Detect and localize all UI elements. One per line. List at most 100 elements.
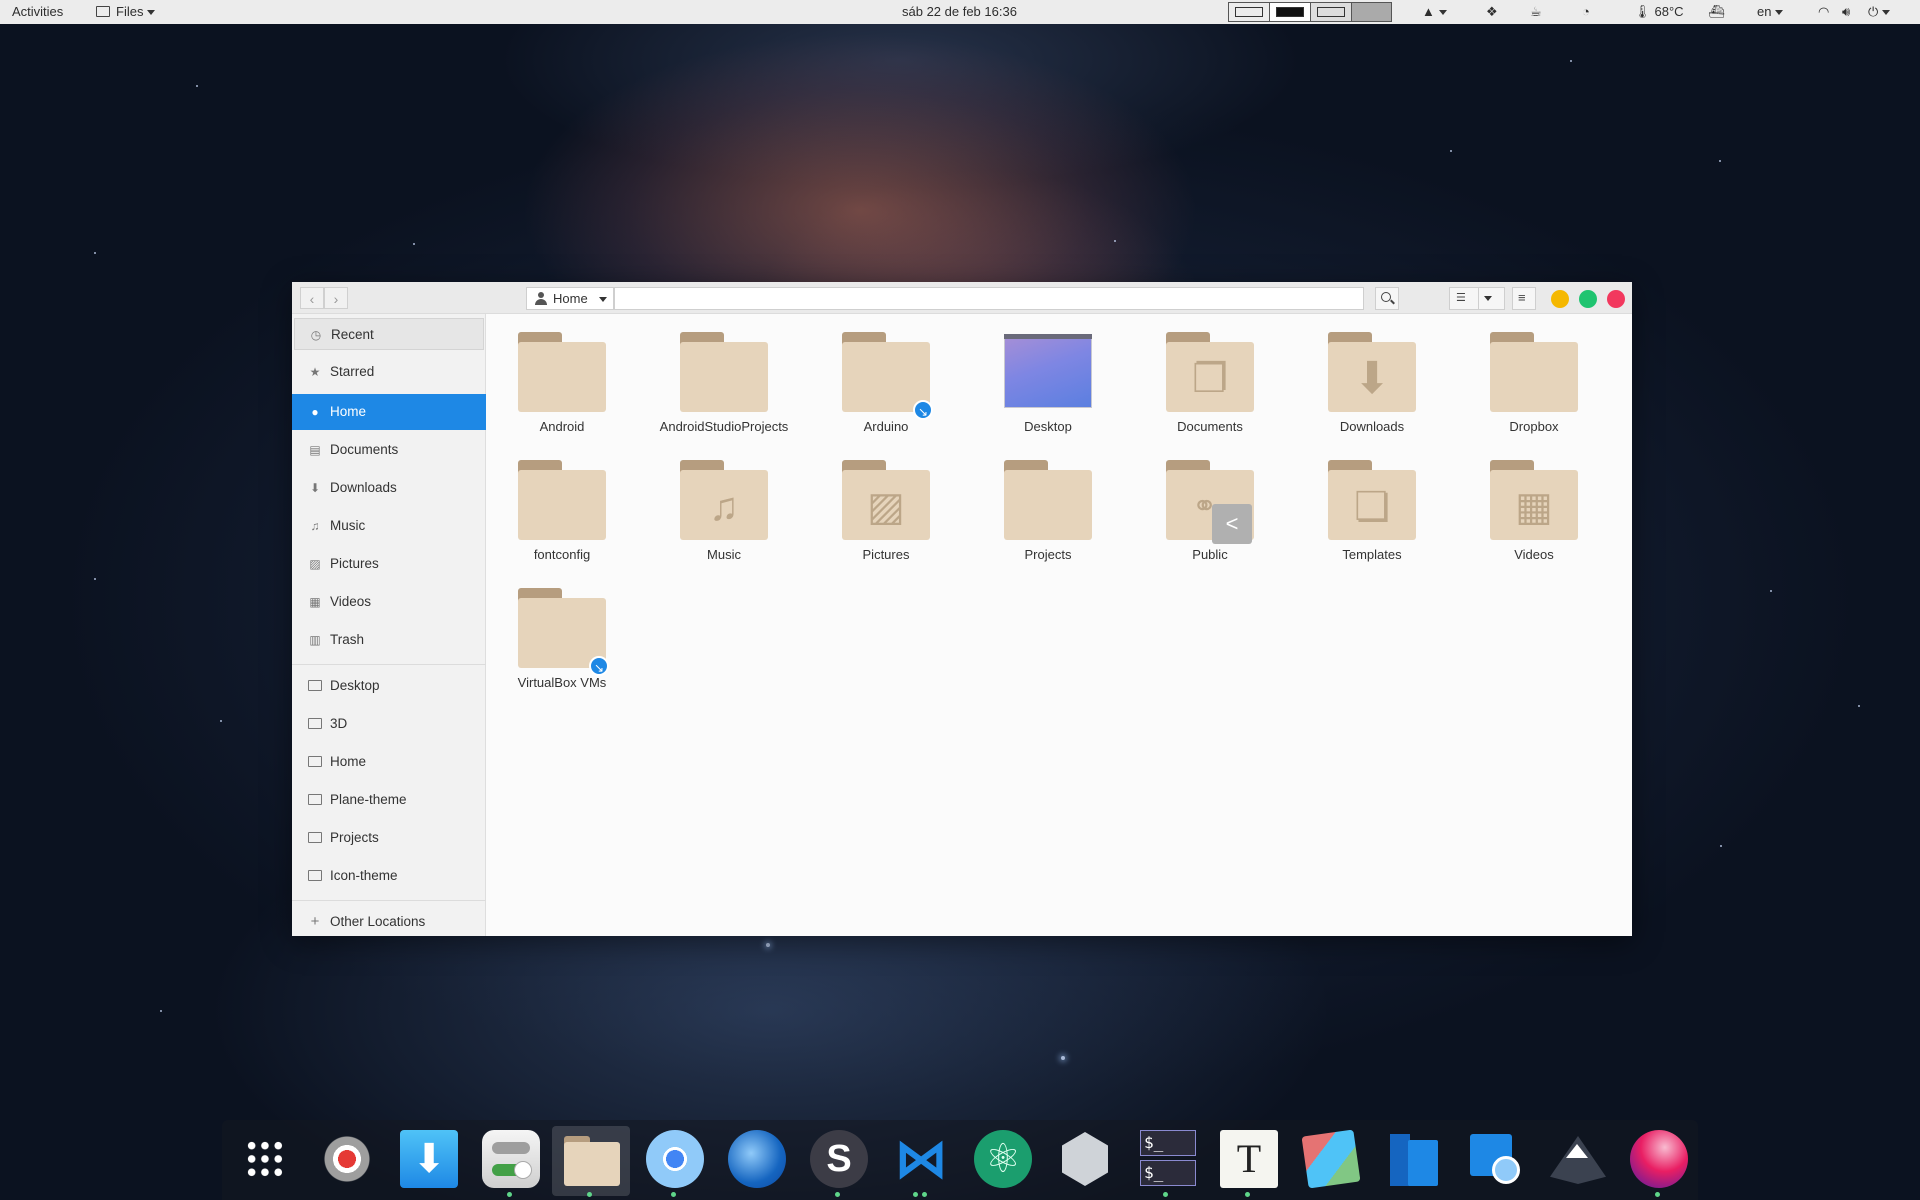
downloader-icon[interactable]: ⬇	[390, 1126, 464, 1196]
sidebar-bookmark-3d[interactable]: 3D	[294, 708, 484, 740]
sidebar-item-documents[interactable]: ▤ Documents	[294, 434, 484, 466]
folder-icon	[308, 831, 322, 845]
workspace-switcher[interactable]	[1228, 0, 1392, 24]
app-grid-icon[interactable]	[226, 1126, 300, 1196]
file-item-fontconfig[interactable]: fontconfig	[487, 442, 637, 562]
activities-button[interactable]: Activities	[12, 0, 63, 24]
wifi-icon[interactable]: ◠	[1818, 0, 1829, 24]
gtk-icon[interactable]	[1292, 1126, 1366, 1196]
sidebar-bookmark-plane-theme[interactable]: Plane-theme	[294, 784, 484, 816]
software-icon[interactable]	[1374, 1126, 1448, 1196]
file-item-downloads[interactable]: ⬇ Downloads	[1297, 314, 1447, 434]
sidebar-item-downloads[interactable]: ⬇ Downloads	[294, 472, 484, 504]
keyboard-layout[interactable]: en	[1757, 0, 1784, 24]
sidebar: ◷ Recent ★ Starred ● Home ▤ Documents ⬇ Downl…	[292, 314, 486, 936]
inkscape-icon[interactable]	[1538, 1126, 1612, 1196]
file-item-androidstudioprojects[interactable]: AndroidStudioProjects	[649, 314, 799, 434]
file-item-music[interactable]: ♫ Music	[649, 442, 799, 562]
settings-icon[interactable]	[308, 1126, 382, 1196]
simplenote-icon[interactable]: S	[800, 1126, 874, 1197]
sidebar-item-home[interactable]: ● Home	[292, 394, 486, 430]
workspace-2[interactable]	[1269, 2, 1311, 22]
file-item-videos[interactable]: ▦ Videos	[1459, 442, 1609, 562]
folder-pictures-icon: ▨	[842, 460, 930, 540]
virtual-machine-icon[interactable]	[1456, 1126, 1530, 1196]
path-bar-label: Home	[553, 291, 588, 306]
power-icon[interactable]: ⏻	[1868, 0, 1891, 24]
file-item-arduino[interactable]: ↘ Arduino	[811, 314, 961, 434]
file-item-label: Arduino	[863, 419, 909, 434]
file-item-documents[interactable]: ❐ Documents	[1135, 314, 1285, 434]
system-monitor-icon[interactable]: ◔	[1582, 0, 1590, 24]
path-bar-home[interactable]: Home	[526, 287, 614, 310]
file-item-virtualbox-vms[interactable]: ↘ VirtualBox VMs	[487, 570, 637, 690]
sidebar-item-videos[interactable]: ▦ Videos	[294, 586, 484, 618]
eject-icon[interactable]: ▲	[1422, 0, 1447, 24]
file-item-templates[interactable]: ❏ Templates	[1297, 442, 1447, 562]
folder-templates-icon: ❏	[1328, 460, 1416, 540]
sidebar-item-label: Projects	[330, 830, 379, 845]
sidebar-item-trash[interactable]: ▥ Trash	[294, 624, 484, 656]
files-icon[interactable]	[552, 1126, 630, 1197]
sidebar-item-pictures[interactable]: ▨ Pictures	[294, 548, 484, 580]
docker-icon[interactable]: ⛴	[1708, 0, 1725, 24]
picture-icon: ▨	[309, 557, 321, 571]
location-field[interactable]	[614, 287, 1364, 310]
caffeine-icon[interactable]: ☕	[1530, 0, 1542, 24]
thermometer-icon[interactable]: 🌡︎ 68°C	[1634, 0, 1684, 24]
workspace-3[interactable]	[1310, 2, 1352, 22]
sidebar-item-label: Documents	[330, 442, 399, 457]
app-menu[interactable]: Files	[96, 0, 156, 24]
close-button[interactable]	[1607, 290, 1625, 308]
sidebar-item-recent[interactable]: ◷ Recent	[294, 318, 484, 350]
sidebar-item-label: Pictures	[330, 556, 379, 571]
file-item-label: Templates	[1342, 547, 1402, 562]
folder-public-icon: ⚭ <	[1166, 460, 1254, 544]
workspace-4[interactable]	[1351, 2, 1392, 22]
sidebar-item-starred[interactable]: ★ Starred	[294, 356, 484, 388]
sidebar-bookmark-projects[interactable]: Projects	[294, 822, 484, 854]
folder-icon	[518, 460, 606, 540]
back-button[interactable]: ‹	[300, 287, 324, 309]
terminal-icon[interactable]: $_ $_	[1128, 1126, 1202, 1197]
plus-icon: +	[310, 913, 320, 930]
forward-button[interactable]: ›	[324, 287, 348, 309]
volume-icon[interactable]: 🔊︎	[1842, 0, 1850, 24]
sidebar-bookmark-home[interactable]: Home	[294, 746, 484, 778]
firefox-icon[interactable]	[718, 1126, 792, 1196]
workspace-1[interactable]	[1228, 2, 1270, 22]
file-item-public[interactable]: ⚭ < Public	[1135, 442, 1285, 562]
folder-videos-icon: ▦	[1490, 460, 1578, 540]
home-icon: ●	[311, 405, 319, 419]
file-item-projects[interactable]: Projects	[973, 442, 1123, 562]
typora-icon[interactable]: T	[1210, 1126, 1284, 1197]
view-options-button[interactable]: ☰	[1449, 287, 1505, 310]
clock[interactable]: sáb 22 de feb 16:36	[902, 0, 1017, 24]
dropbox-icon[interactable]: ❖	[1486, 0, 1498, 24]
sidebar-bookmark-icon-theme[interactable]: Icon-theme	[294, 860, 484, 892]
search-button[interactable]	[1375, 287, 1399, 310]
tweaks-icon[interactable]	[472, 1126, 546, 1197]
keyboard-layout-label: en	[1757, 4, 1772, 19]
user-icon	[535, 292, 547, 305]
browser-icon[interactable]	[1620, 1126, 1694, 1197]
chromium-icon[interactable]	[636, 1126, 710, 1197]
sidebar-item-music[interactable]: ♫ Music	[294, 510, 484, 542]
file-item-dropbox[interactable]: Dropbox	[1459, 314, 1609, 434]
file-item-android[interactable]: Android	[487, 314, 637, 434]
file-item-label: Music	[707, 547, 741, 562]
sidebar-bookmark-desktop[interactable]: Desktop	[294, 670, 484, 702]
file-item-label: AndroidStudioProjects	[659, 419, 789, 434]
maximize-button[interactable]	[1579, 290, 1597, 308]
menu-button[interactable]: ≡	[1512, 287, 1536, 310]
vscode-icon[interactable]: ⋈	[882, 1126, 956, 1197]
minimize-button[interactable]	[1551, 290, 1569, 308]
file-item-desktop[interactable]: Desktop	[973, 314, 1123, 434]
sidebar-item-other-locations[interactable]: + Other Locations	[294, 906, 484, 938]
hex-editor-icon[interactable]	[1046, 1126, 1120, 1196]
temperature-label: 68°C	[1654, 4, 1684, 19]
file-item-label: VirtualBox VMs	[517, 675, 607, 690]
atom-icon[interactable]: ⚛	[964, 1126, 1038, 1196]
file-item-pictures[interactable]: ▨ Pictures	[811, 442, 961, 562]
folder-icon	[680, 332, 768, 412]
